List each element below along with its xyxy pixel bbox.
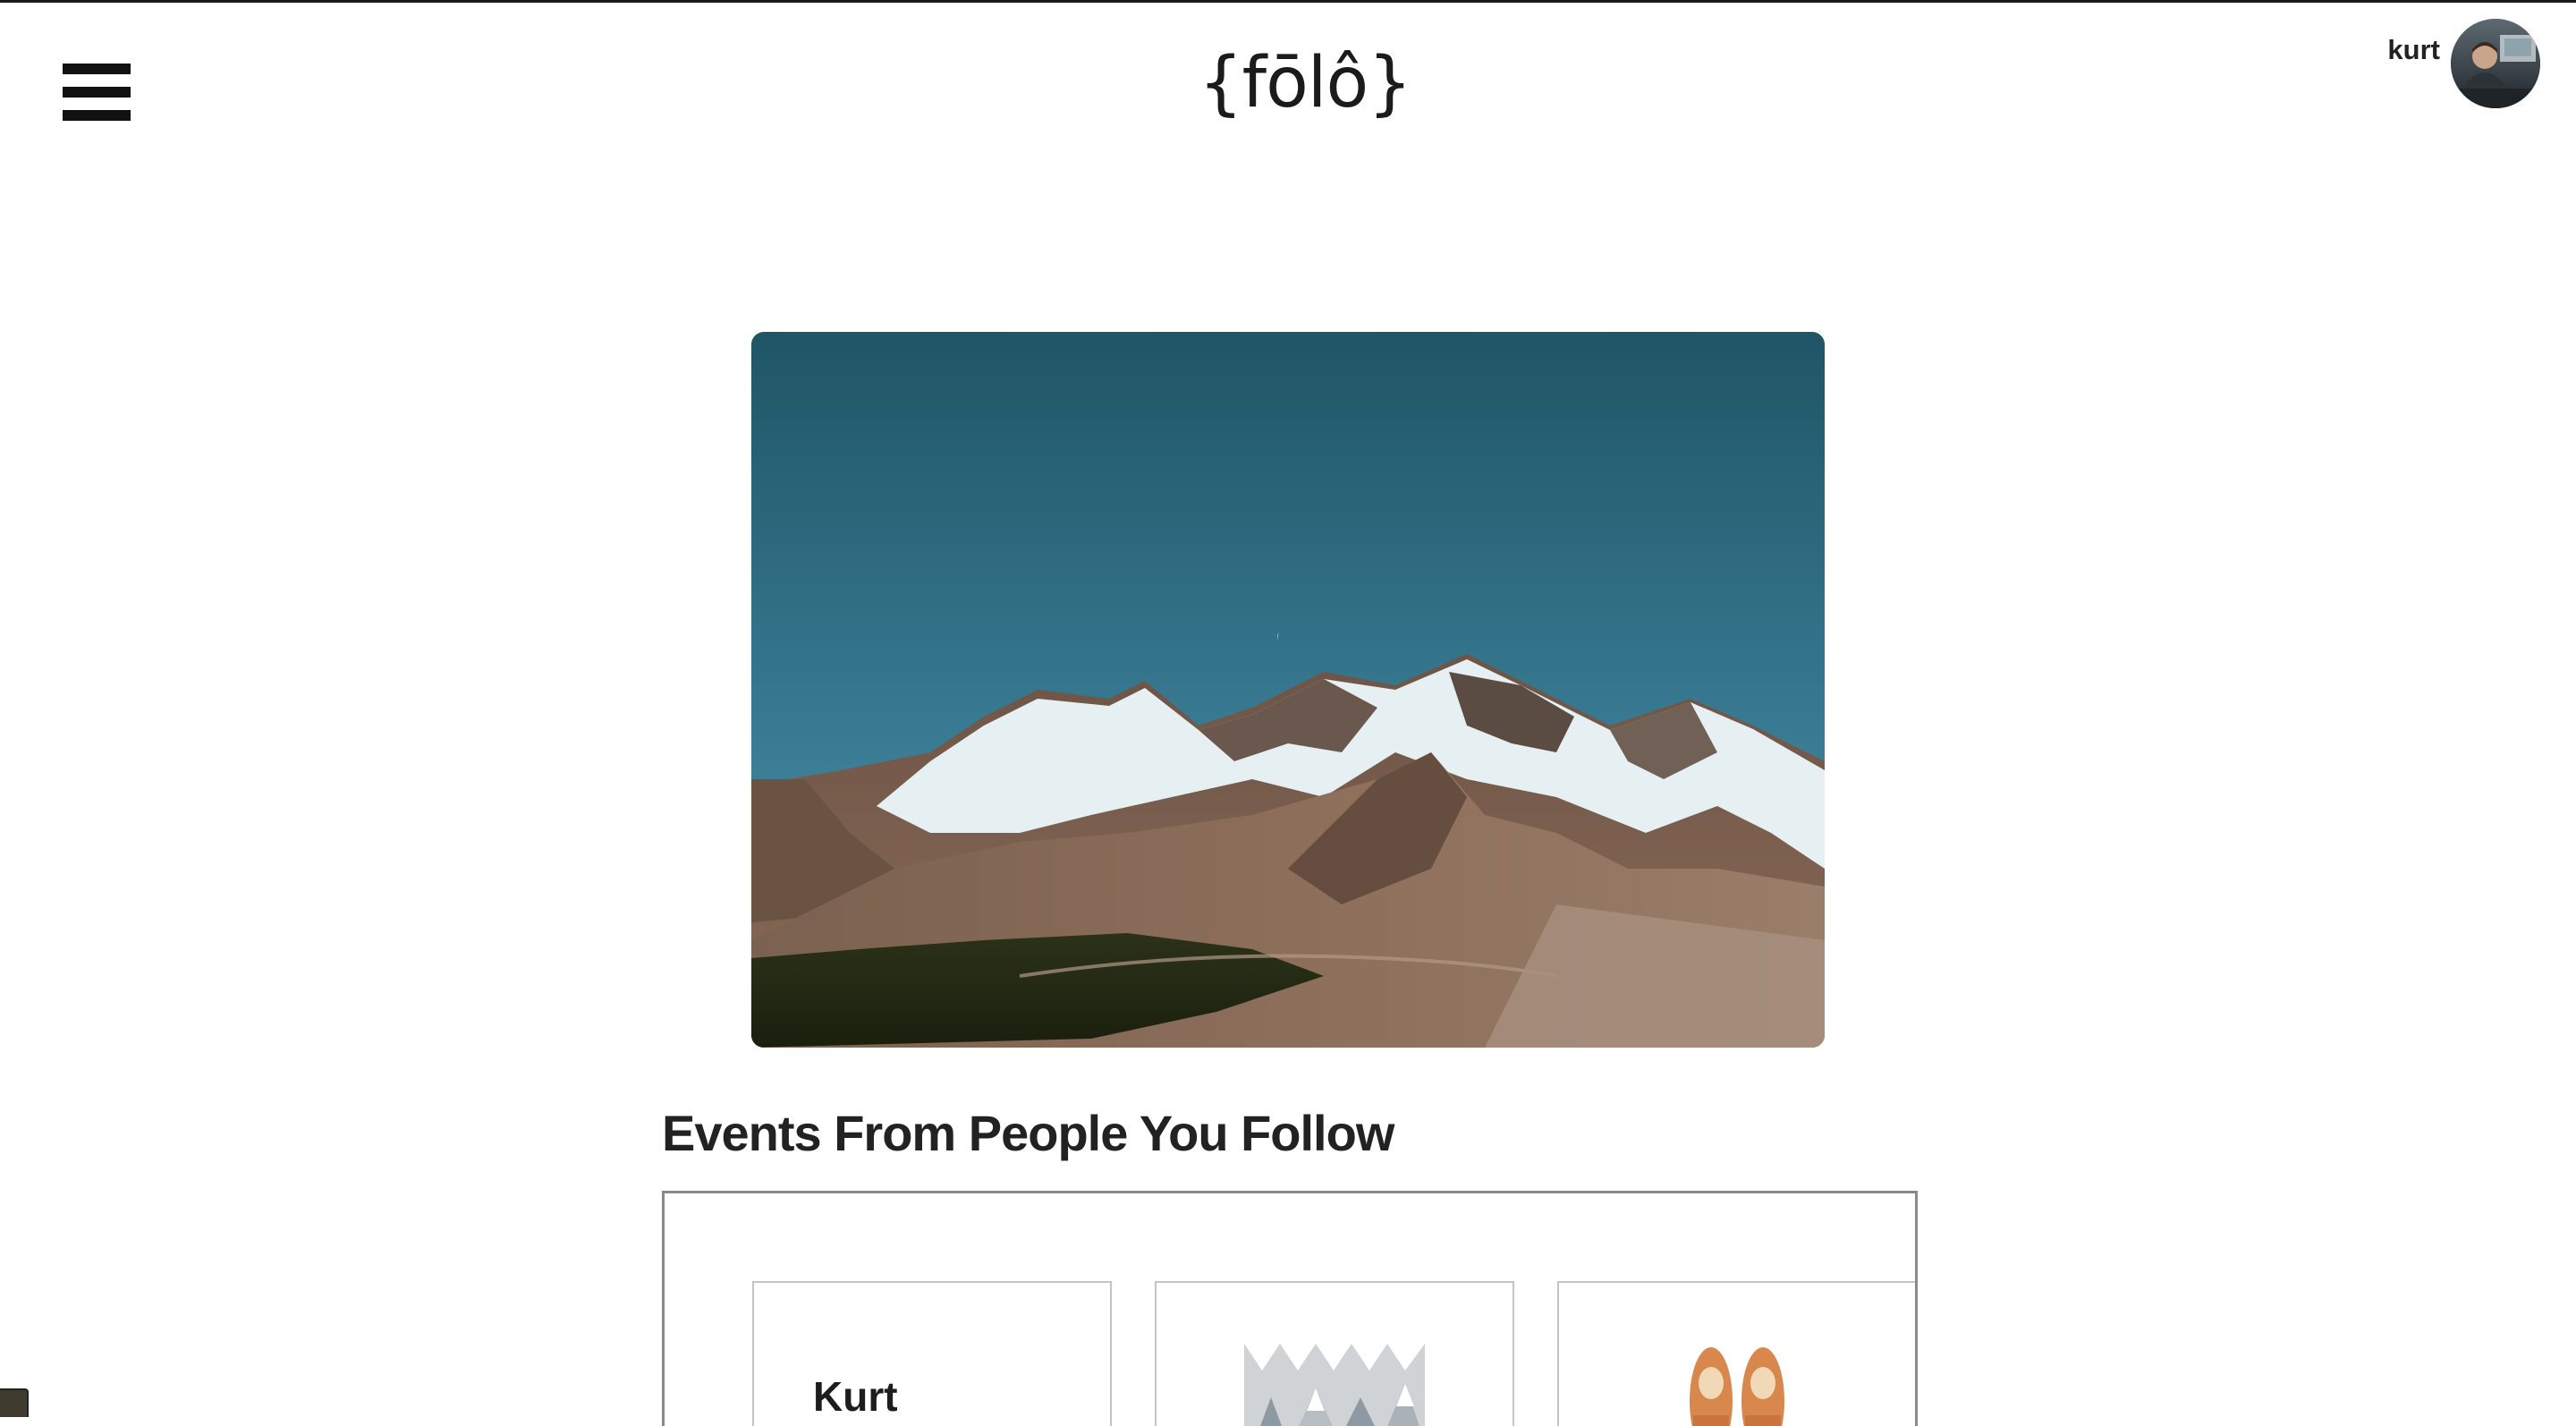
event-card[interactable] <box>1155 1281 1514 1426</box>
event-card[interactable]: Kurt <box>752 1281 1112 1426</box>
username-label: kurt <box>2387 34 2440 65</box>
site-header: {fōlô} kurt <box>0 3 2576 164</box>
user-menu[interactable]: kurt <box>2387 17 2540 110</box>
hamburger-menu-icon[interactable] <box>63 64 131 121</box>
event-card[interactable] <box>1557 1281 1915 1426</box>
corner-thumbnail <box>0 1388 29 1417</box>
event-card-image <box>1647 1338 1827 1426</box>
event-card-image <box>1244 1344 1425 1426</box>
section-title: Events From People You Follow <box>662 1105 1394 1161</box>
avatar[interactable] <box>2451 19 2540 108</box>
events-carousel: Kurt <box>662 1191 1918 1426</box>
hero-mountain-image <box>751 332 1825 1048</box>
site-logo[interactable]: {fōlô} <box>1199 38 1412 128</box>
